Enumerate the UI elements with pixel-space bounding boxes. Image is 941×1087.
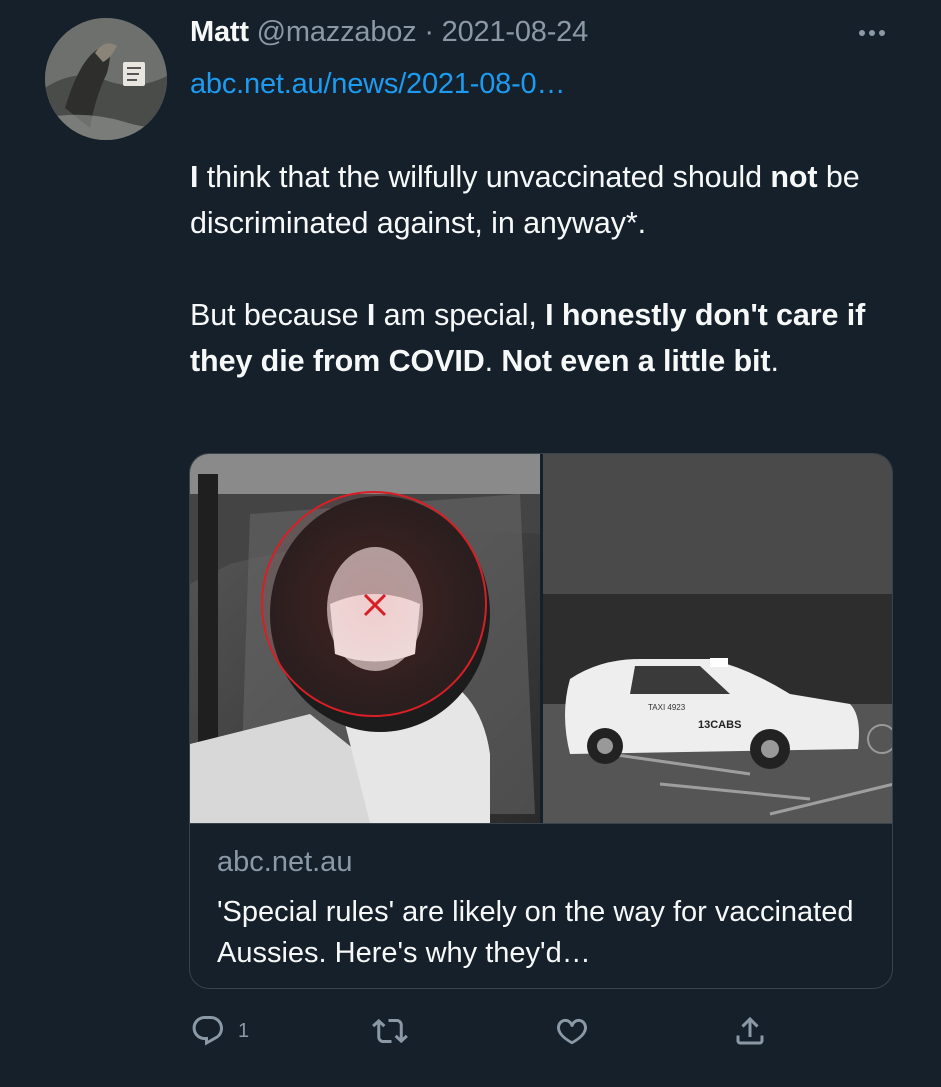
taxi-photo: TAXI 4923 13CABS bbox=[543, 454, 892, 823]
avatar-image bbox=[45, 18, 167, 140]
text-segment: Not even a little bit bbox=[501, 344, 771, 378]
share-icon bbox=[736, 1016, 764, 1045]
header-separator: · bbox=[424, 16, 434, 48]
tweet-paragraph-2: But because I am special, I honestly don… bbox=[190, 292, 910, 384]
text-segment: think that the wilfully unvaccinated sho… bbox=[198, 160, 771, 194]
text-segment: I bbox=[366, 298, 376, 332]
taxi-brand-text: 13CABS bbox=[698, 719, 741, 731]
more-options-button[interactable] bbox=[848, 18, 896, 48]
tweet-paragraph-1: I think that the wilfully unvaccinated s… bbox=[190, 154, 910, 246]
text-segment: . bbox=[770, 344, 779, 378]
avatar[interactable] bbox=[45, 18, 167, 140]
card-title: 'Special rules' are likely on the way fo… bbox=[217, 896, 854, 969]
reply-count: 1 bbox=[238, 1019, 250, 1042]
tweet-actions: 1 bbox=[190, 1008, 890, 1058]
tweet-date[interactable]: 2021-08-24 bbox=[442, 16, 589, 48]
tweet-link[interactable]: abc.net.au/news/2021-08-0… bbox=[190, 66, 565, 102]
card-footer: abc.net.au 'Special rules' are likely on… bbox=[190, 823, 892, 988]
card-photo: TAXI 4923 13CABS bbox=[190, 454, 892, 823]
reply-icon bbox=[192, 1016, 223, 1046]
link-preview-card[interactable]: TAXI 4923 13CABS abc.net.au 'Special rul… bbox=[189, 453, 893, 989]
retweet-icon bbox=[372, 1018, 408, 1044]
reply-button[interactable]: 1 bbox=[190, 1008, 249, 1054]
text-segment: not bbox=[770, 160, 818, 194]
retweet-button[interactable] bbox=[372, 1008, 408, 1054]
card-image: TAXI 4923 13CABS bbox=[190, 454, 892, 823]
author-name[interactable]: Matt bbox=[190, 16, 249, 48]
card-domain: abc.net.au bbox=[217, 846, 353, 878]
woman-in-car-photo bbox=[190, 454, 540, 823]
tweet-text: I think that the wilfully unvaccinated s… bbox=[190, 154, 910, 384]
text-segment: . bbox=[484, 344, 502, 378]
text-segment: But because bbox=[190, 298, 367, 332]
text-segment: am special, bbox=[375, 298, 546, 332]
tweet-header: Matt @mazzaboz · 2021-08-24 bbox=[190, 14, 588, 50]
taxi-plate-text: TAXI 4923 bbox=[648, 703, 686, 712]
more-horizontal-icon bbox=[859, 30, 885, 36]
tweet: Matt @mazzaboz · 2021-08-24 abc.net.au/n… bbox=[0, 0, 941, 1087]
author-handle[interactable]: @mazzaboz bbox=[257, 16, 417, 48]
like-button[interactable] bbox=[554, 1008, 590, 1054]
share-button[interactable] bbox=[732, 1008, 768, 1054]
heart-icon bbox=[557, 1018, 587, 1045]
